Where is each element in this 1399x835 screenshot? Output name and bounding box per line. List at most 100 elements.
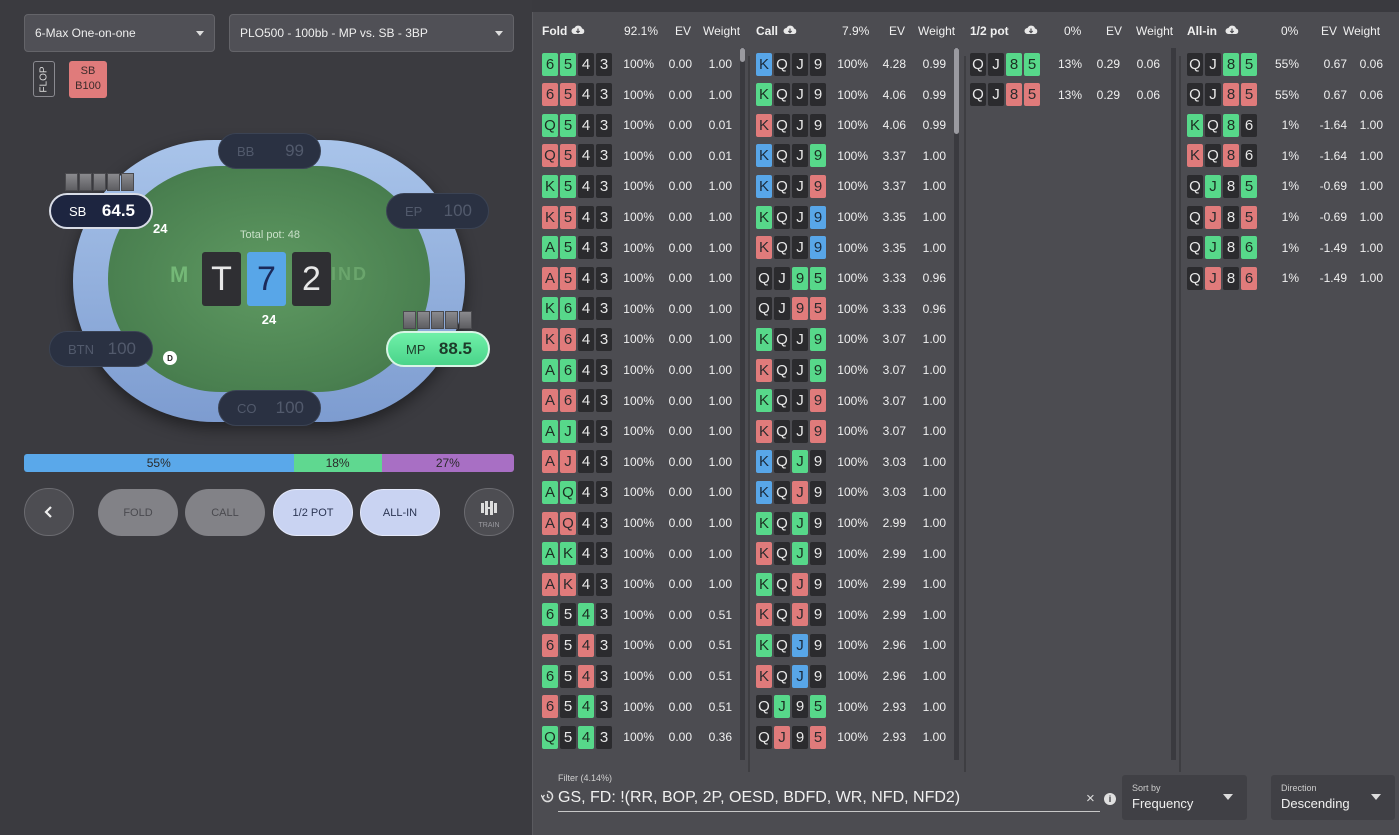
hand-row[interactable]: Q J 8 6 1% -1.49 1.00 (1187, 236, 1397, 260)
ev-header[interactable]: EV (1321, 24, 1337, 38)
column-title[interactable]: Call (756, 24, 778, 38)
seat-co[interactable]: CO 100 (218, 390, 321, 426)
clear-filter-icon[interactable]: × (1086, 790, 1095, 807)
weight-header[interactable]: Weight (1136, 24, 1173, 38)
hand-row[interactable]: 6 5 4 3 100% 0.00 0.51 (542, 603, 742, 627)
cloud-download-icon[interactable] (1225, 24, 1239, 38)
hand-row[interactable]: K Q J 9 100% 4.06 0.99 (756, 113, 956, 137)
hand-row[interactable]: K Q J 9 100% 4.28 0.99 (756, 52, 956, 76)
hand-row[interactable]: Q J 9 5 100% 2.93 1.00 (756, 695, 956, 719)
hand-row[interactable]: K Q J 9 100% 2.99 1.00 (756, 542, 956, 566)
scrollbar[interactable] (740, 48, 745, 760)
all-in-button[interactable]: ALL-IN (360, 489, 440, 536)
seat-mp[interactable]: MP 88.5 (386, 331, 490, 367)
seat-ep[interactable]: EP 100 (386, 193, 489, 229)
ev-header[interactable]: EV (675, 24, 691, 38)
weight-header[interactable]: Weight (918, 24, 955, 38)
hand-row[interactable]: 6 5 4 3 100% 0.00 0.51 (542, 633, 742, 657)
seat-sb[interactable]: SB 64.5 (49, 193, 153, 229)
hand-row[interactable]: Q J 9 5 100% 3.33 0.96 (756, 266, 956, 290)
weight-header[interactable]: Weight (703, 24, 740, 38)
hand-row[interactable]: A 5 4 3 100% 0.00 1.00 (542, 236, 742, 260)
column-title[interactable]: Fold (542, 24, 567, 38)
cloud-download-icon[interactable] (1024, 24, 1038, 38)
hand-row[interactable]: K 5 4 3 100% 0.00 1.00 (542, 205, 742, 229)
back-button[interactable] (24, 488, 74, 536)
info-icon[interactable]: i (1104, 793, 1116, 805)
scrollbar[interactable] (1171, 48, 1176, 760)
hand-row[interactable]: Q J 8 5 13% 0.29 0.06 (970, 52, 1170, 76)
hand-row[interactable]: Q 5 4 3 100% 0.00 0.01 (542, 113, 742, 137)
hand-row[interactable]: K Q J 9 100% 2.99 1.00 (756, 603, 956, 627)
hand-row[interactable]: Q J 8 5 1% -0.69 1.00 (1187, 205, 1397, 229)
ev-header[interactable]: EV (889, 24, 905, 38)
hand-row[interactable]: 6 5 4 3 100% 0.00 1.00 (542, 83, 742, 107)
hand-row[interactable]: Q J 8 5 55% 0.67 0.06 (1187, 52, 1397, 76)
hand-row[interactable]: K 6 4 3 100% 0.00 1.00 (542, 297, 742, 321)
hand-row[interactable]: K 5 4 3 100% 0.00 1.00 (542, 174, 742, 198)
hand-row[interactable]: K Q J 9 100% 2.99 1.00 (756, 511, 956, 535)
hand-row[interactable]: K Q J 9 100% 3.03 1.00 (756, 480, 956, 504)
hand-row[interactable]: K Q J 9 100% 2.96 1.00 (756, 633, 956, 657)
hand-row[interactable]: 6 5 4 3 100% 0.00 0.51 (542, 695, 742, 719)
hand-row[interactable]: 6 5 4 3 100% 0.00 0.51 (542, 664, 742, 688)
hand-row[interactable]: K 6 4 3 100% 0.00 1.00 (542, 327, 742, 351)
hand-row[interactable]: K Q 8 6 1% -1.64 1.00 (1187, 144, 1397, 168)
seat-btn[interactable]: BTN 100 (49, 331, 153, 367)
hand-row[interactable]: K Q J 9 100% 3.37 1.00 (756, 144, 956, 168)
hand-row[interactable]: K Q J 9 100% 3.35 1.00 (756, 236, 956, 260)
hand-row[interactable]: 6 5 4 3 100% 0.00 1.00 (542, 52, 742, 76)
action-history-chip[interactable]: SB B100 (69, 61, 107, 98)
hand-row[interactable]: A 5 4 3 100% 0.00 1.00 (542, 266, 742, 290)
hand-row[interactable]: Q J 9 5 100% 2.93 1.00 (756, 725, 956, 749)
filter-field[interactable]: GS, FD: !(RR, BOP, 2P, OESD, BDFD, WR, N… (541, 786, 1101, 812)
half-pot-button[interactable]: 1/2 POT (273, 489, 353, 536)
hand-row[interactable]: K Q J 9 100% 3.07 1.00 (756, 419, 956, 443)
call-button[interactable]: CALL (185, 489, 265, 536)
cloud-download-icon[interactable] (783, 24, 797, 38)
cloud-download-icon[interactable] (571, 24, 585, 38)
hand-row[interactable]: K Q J 9 100% 3.35 1.00 (756, 205, 956, 229)
hand-row[interactable]: K Q J 9 100% 3.37 1.00 (756, 174, 956, 198)
hand-row[interactable]: Q J 8 5 55% 0.67 0.06 (1187, 83, 1397, 107)
hand-row[interactable]: A Q 4 3 100% 0.00 1.00 (542, 511, 742, 535)
hand-row[interactable]: A K 4 3 100% 0.00 1.00 (542, 542, 742, 566)
hand-row[interactable]: A 6 4 3 100% 0.00 1.00 (542, 389, 742, 413)
game-select[interactable]: 6-Max One-on-one (24, 14, 215, 52)
hand-row[interactable]: Q J 8 5 1% -0.69 1.00 (1187, 174, 1397, 198)
street-tag[interactable]: FLOP (33, 61, 55, 97)
ev-header[interactable]: EV (1106, 24, 1122, 38)
hand-row[interactable]: K Q J 9 100% 2.99 1.00 (756, 572, 956, 596)
hand-row[interactable]: K Q J 9 100% 3.07 1.00 (756, 327, 956, 351)
filter-input[interactable]: GS, FD: !(RR, BOP, 2P, OESD, BDFD, WR, N… (558, 786, 1100, 812)
train-button[interactable]: TRAIN (464, 488, 514, 536)
hand-row[interactable]: K Q J 9 100% 3.07 1.00 (756, 389, 956, 413)
seat-bb[interactable]: BB 99 (218, 133, 321, 169)
direction-select[interactable]: Direction Descending (1271, 775, 1395, 820)
scrollbar[interactable] (954, 48, 959, 760)
hand-row[interactable]: K Q J 9 100% 3.07 1.00 (756, 358, 956, 382)
hand-row[interactable]: Q J 8 5 13% 0.29 0.06 (970, 83, 1170, 107)
column-title[interactable]: 1/2 pot (970, 24, 1009, 38)
hand-row[interactable]: K Q J 9 100% 2.96 1.00 (756, 664, 956, 688)
hand-row[interactable]: K Q J 9 100% 3.03 1.00 (756, 450, 956, 474)
hand-row[interactable]: Q J 8 6 1% -1.49 1.00 (1187, 266, 1397, 290)
scrollbar-thumb[interactable] (740, 48, 745, 62)
scrollbar-thumb[interactable] (954, 48, 959, 134)
hand-row[interactable]: Q 5 4 3 100% 0.00 0.36 (542, 725, 742, 749)
scenario-select[interactable]: PLO500 - 100bb - MP vs. SB - 3BP (229, 14, 514, 52)
sort-by-select[interactable]: Sort by Frequency (1122, 775, 1247, 820)
hand-row[interactable]: K Q J 9 100% 4.06 0.99 (756, 83, 956, 107)
hand-row[interactable]: A 6 4 3 100% 0.00 1.00 (542, 358, 742, 382)
hand-row[interactable]: K Q 8 6 1% -1.64 1.00 (1187, 113, 1397, 137)
hand-row[interactable]: A J 4 3 100% 0.00 1.00 (542, 450, 742, 474)
hand-row[interactable]: A Q 4 3 100% 0.00 1.00 (542, 480, 742, 504)
hand-row[interactable]: A K 4 3 100% 0.00 1.00 (542, 572, 742, 596)
history-icon[interactable] (541, 790, 554, 803)
hand-row[interactable]: Q J 9 5 100% 3.33 0.96 (756, 297, 956, 321)
column-title[interactable]: All-in (1187, 24, 1217, 38)
fold-button[interactable]: FOLD (98, 489, 178, 536)
hand-row[interactable]: Q 5 4 3 100% 0.00 0.01 (542, 144, 742, 168)
hand-row[interactable]: A J 4 3 100% 0.00 1.00 (542, 419, 742, 443)
weight-header[interactable]: Weight (1343, 24, 1380, 38)
